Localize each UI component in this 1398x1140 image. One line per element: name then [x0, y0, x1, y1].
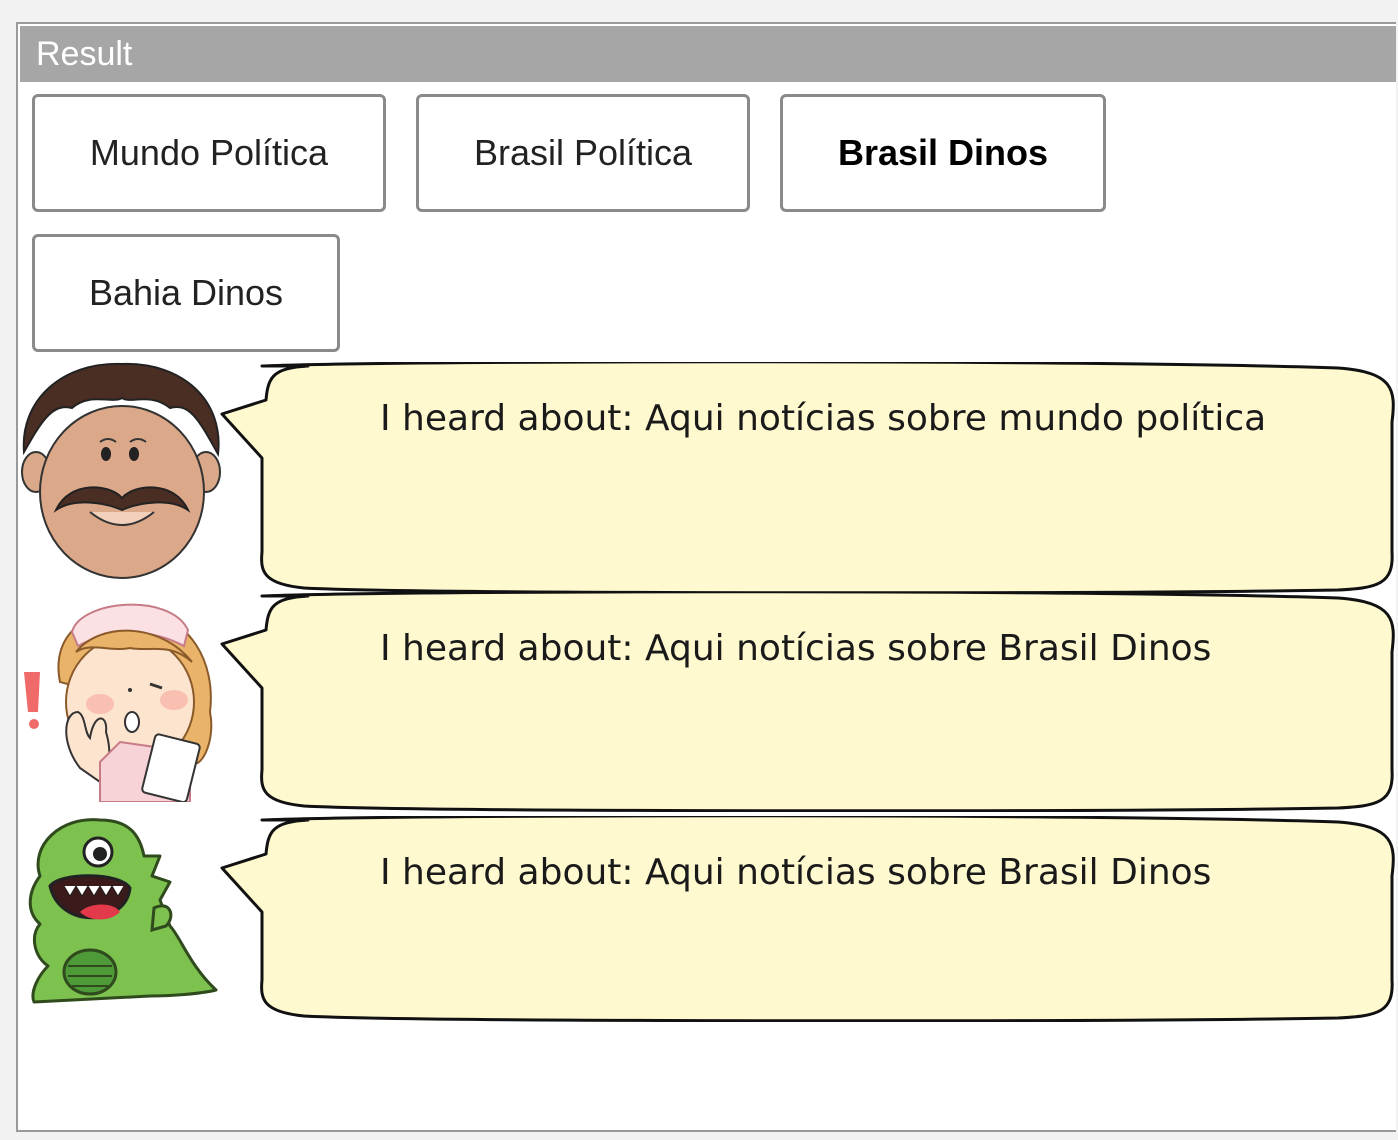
result-panel: Result Mundo Política Brasil Política Br… [16, 22, 1396, 1132]
green-dinosaur-icon [28, 818, 218, 1004]
topic-button-brasil-dinos[interactable]: Brasil Dinos [780, 94, 1106, 212]
nurse-icon [24, 603, 213, 802]
speaker-row: I heard about: Aqui notícias sobre Brasi… [18, 816, 1398, 1022]
speech-bubble [220, 816, 1395, 1022]
speech-bubble [220, 592, 1395, 812]
mustache-man-icon [21, 362, 221, 579]
speech-bubble [220, 362, 1395, 594]
speaker-row: I heard about: Aqui notícias sobre mundo… [18, 362, 1398, 594]
speaker-row: I heard about: Aqui notícias sobre Brasi… [18, 592, 1398, 812]
speech-text: I heard about: Aqui notícias sobre Brasi… [380, 628, 1212, 669]
topic-button-mundo-politica[interactable]: Mundo Política [32, 94, 386, 212]
panel-title: Result [20, 26, 1396, 82]
topic-button-brasil-politica[interactable]: Brasil Política [416, 94, 750, 212]
topic-button-bahia-dinos[interactable]: Bahia Dinos [32, 234, 340, 352]
speech-text: I heard about: Aqui notícias sobre Brasi… [380, 852, 1212, 893]
speech-text: I heard about: Aqui notícias sobre mundo… [380, 398, 1267, 439]
